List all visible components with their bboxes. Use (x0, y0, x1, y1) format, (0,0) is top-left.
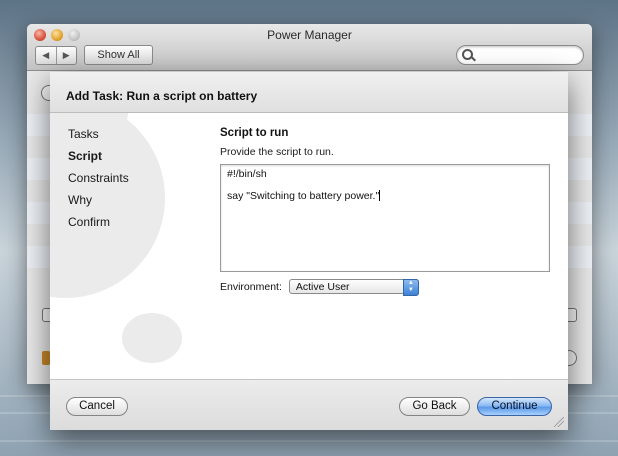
continue-button[interactable]: Continue (477, 397, 552, 416)
sheet-header: Add Task: Run a script on battery (50, 72, 568, 113)
step-script: Script (68, 149, 103, 163)
wizard-steps: Tasks Script Constraints Why Confirm (68, 127, 129, 237)
chevron-up-down-icon: ▲ ▼ (402, 279, 419, 296)
script-textarea[interactable]: #!/bin/sh say "Switching to battery powe… (220, 164, 550, 272)
add-task-sheet: Add Task: Run a script on battery Tasks … (50, 72, 568, 430)
search-icon-handle (471, 56, 476, 62)
back-forward-control[interactable]: ◀ ▶ (35, 46, 77, 65)
background-graphic (122, 313, 182, 363)
environment-select[interactable]: Active User ▲ ▼ (288, 279, 419, 296)
text-caret (379, 190, 381, 201)
script-panel: Script to run Provide the script to run.… (220, 127, 550, 296)
search-input[interactable] (456, 45, 584, 65)
resize-grip-icon[interactable] (554, 417, 564, 427)
sheet-footer: Cancel Go Back Continue (50, 379, 568, 430)
forward-arrow-icon[interactable]: ▶ (57, 47, 77, 64)
script-line: #!/bin/sh (227, 168, 267, 180)
window-title: Power Manager (267, 28, 352, 42)
step-constraints: Constraints (68, 171, 129, 185)
environment-row: Environment: Active User ▲ ▼ (220, 279, 550, 296)
step-tasks: Tasks (68, 127, 99, 141)
sheet-title: Add Task: Run a script on battery (66, 89, 258, 103)
step-confirm: Confirm (68, 215, 111, 229)
back-arrow-icon[interactable]: ◀ (36, 47, 57, 64)
environment-label: Environment: (220, 280, 282, 293)
environment-value: Active User (295, 281, 350, 293)
sheet-body: Tasks Script Constraints Why Confirm Scr… (50, 113, 568, 380)
script-line: say "Switching to battery power." (227, 190, 381, 202)
window-titlebar: Power Manager ◀ ▶ Show All (27, 24, 592, 71)
section-description: Provide the script to run. (220, 146, 334, 158)
step-why: Why (68, 193, 92, 207)
show-all-button[interactable]: Show All (84, 45, 153, 65)
go-back-button[interactable]: Go Back (399, 397, 470, 416)
desktop-streak (0, 440, 618, 442)
cancel-button[interactable]: Cancel (66, 397, 128, 416)
lock-icon[interactable] (42, 351, 50, 365)
section-title: Script to run (220, 127, 289, 139)
